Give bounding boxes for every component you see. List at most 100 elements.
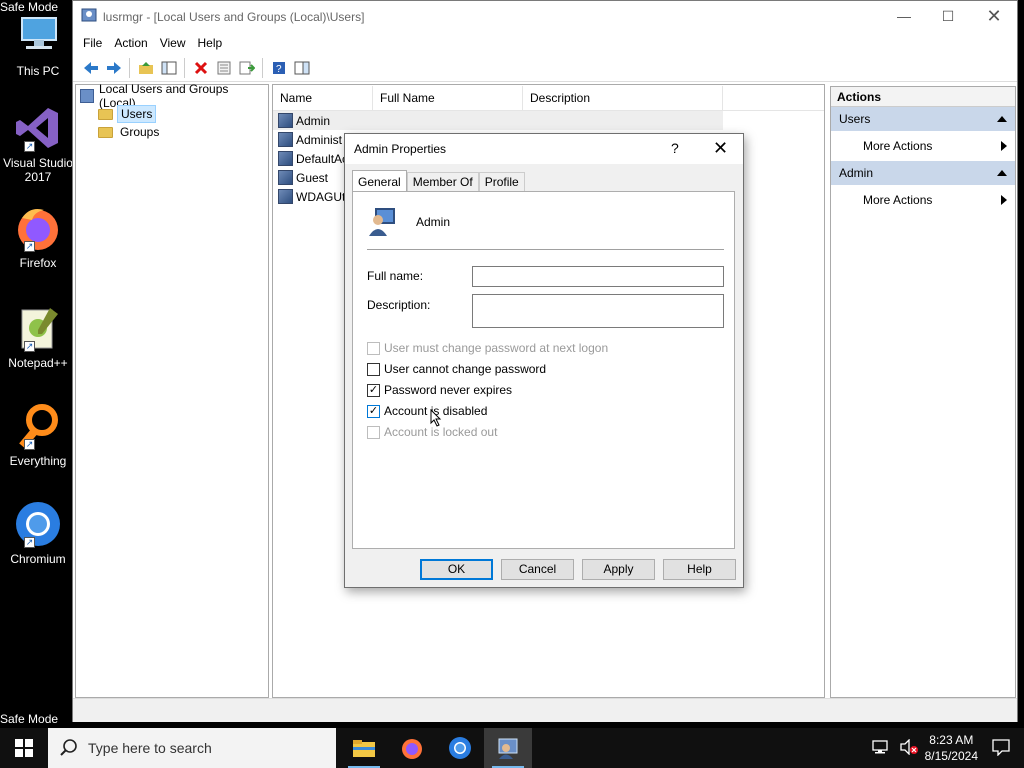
start-button[interactable] xyxy=(0,728,48,768)
column-header-full-name[interactable]: Full Name xyxy=(373,85,523,110)
toolbar: ? xyxy=(73,54,1017,82)
window-title: lusrmgr - [Local Users and Groups (Local… xyxy=(103,9,365,24)
tree-item-groups[interactable]: Groups xyxy=(76,123,268,141)
desktop-icon-label: Firefox xyxy=(19,256,57,270)
windows-logo-icon xyxy=(15,739,33,757)
menu-view[interactable]: View xyxy=(154,36,192,50)
forward-arrow-icon[interactable] xyxy=(102,57,125,79)
tab-member-of[interactable]: Member Of xyxy=(406,172,479,192)
actions-section-users[interactable]: Users xyxy=(831,107,1015,131)
back-arrow-icon[interactable] xyxy=(79,57,102,79)
user-icon xyxy=(278,189,293,204)
up-folder-icon[interactable] xyxy=(134,57,157,79)
description-field[interactable] xyxy=(472,294,724,328)
action-label: More Actions xyxy=(863,193,933,207)
taskbar-clock[interactable]: 8:23 AM 8/15/2024 xyxy=(925,732,978,764)
taskbar: Type here to search 8:23 AM 8/15/2024 xyxy=(0,728,1024,768)
shortcut-arrow-icon: ↗ xyxy=(24,241,35,252)
shortcut-arrow-icon: ↗ xyxy=(24,141,35,152)
help-icon[interactable]: ? xyxy=(267,57,290,79)
desktop-icon-label: Notepad++ xyxy=(8,356,68,370)
desktop-icon-everything[interactable]: ↗ Everything xyxy=(2,402,74,468)
desktop-icon-visual-studio[interactable]: ↗ Visual Studio 2017 xyxy=(2,104,74,184)
cannot-change-password-checkbox[interactable]: User cannot change password xyxy=(367,361,546,377)
search-icon xyxy=(60,739,77,756)
actions-header: Actions xyxy=(831,87,1015,107)
password-never-expires-checkbox[interactable]: ✓ Password never expires xyxy=(367,382,512,398)
delete-icon[interactable] xyxy=(189,57,212,79)
username-label: Admin xyxy=(416,215,451,229)
toolbar-separator xyxy=(184,57,185,78)
tree-root-local-users-and-groups[interactable]: Local Users and Groups (Local) xyxy=(76,82,268,110)
cancel-button[interactable]: Cancel xyxy=(501,559,574,580)
status-bar xyxy=(73,698,1017,722)
help-button[interactable]: Help xyxy=(663,559,736,580)
user-name: WDAGUti xyxy=(296,189,348,204)
taskbar-search-box[interactable]: Type here to search xyxy=(48,728,336,768)
more-actions-admin[interactable]: More Actions xyxy=(831,185,1015,215)
maximize-button[interactable]: ☐ xyxy=(925,1,971,31)
desktop-icon-chromium[interactable]: ↗ Chromium xyxy=(2,500,74,566)
tree-item-label: Users xyxy=(117,105,157,123)
show-hide-action-pane-icon[interactable] xyxy=(290,57,313,79)
full-name-field[interactable] xyxy=(472,266,724,287)
ok-button[interactable]: OK xyxy=(420,559,493,580)
column-header-description[interactable]: Description xyxy=(523,85,723,110)
menu-file[interactable]: File xyxy=(77,36,108,50)
tab-profile[interactable]: Profile xyxy=(478,172,525,192)
desktop-icon-notepad-plus-plus[interactable]: ↗ Notepad++ xyxy=(2,304,74,370)
taskbar-firefox[interactable] xyxy=(388,728,436,768)
system-tray: 8:23 AM 8/15/2024 xyxy=(871,728,1024,768)
checkbox-box xyxy=(367,425,380,439)
desktop-icon-this-pc[interactable]: This PC xyxy=(2,12,74,78)
app-icon xyxy=(81,7,97,26)
column-header-name[interactable]: Name xyxy=(273,85,373,110)
mouse-cursor-icon xyxy=(430,408,442,430)
account-disabled-checkbox[interactable]: ✓ Account is disabled xyxy=(367,403,487,419)
dialog-titlebar[interactable]: Admin Properties xyxy=(345,134,743,164)
taskbar-file-explorer[interactable] xyxy=(340,728,388,768)
window-titlebar[interactable]: lusrmgr - [Local Users and Groups (Local… xyxy=(73,1,1017,32)
tab-general[interactable]: General xyxy=(352,170,407,192)
user-avatar-icon xyxy=(367,206,397,236)
more-actions-users[interactable]: More Actions xyxy=(831,131,1015,161)
user-icon xyxy=(278,132,293,147)
section-title: Users xyxy=(839,112,871,126)
everything-search-icon: ↗ xyxy=(14,402,62,450)
shortcut-arrow-icon: ↗ xyxy=(24,537,35,548)
export-list-icon[interactable] xyxy=(235,57,258,79)
dialog-title: Admin Properties xyxy=(354,142,447,156)
desktop-icon-firefox[interactable]: ↗ Firefox xyxy=(2,204,74,270)
checkmark-icon: ✓ xyxy=(367,404,380,418)
network-icon[interactable] xyxy=(871,739,889,758)
user-name: Administ xyxy=(296,132,343,147)
shortcut-arrow-icon: ↗ xyxy=(24,439,35,450)
checkbox-label: User cannot change password xyxy=(384,362,547,376)
taskbar-chromium[interactable] xyxy=(436,728,484,768)
dialog-close-button[interactable]: ✕ xyxy=(713,138,728,159)
show-hide-console-tree-icon[interactable] xyxy=(157,57,180,79)
actions-section-admin[interactable]: Admin xyxy=(831,161,1015,185)
list-header: Name Full Name Description xyxy=(273,85,824,111)
section-title: Admin xyxy=(839,166,874,180)
user-icon xyxy=(278,170,293,185)
action-label: More Actions xyxy=(863,139,933,153)
context-help-button[interactable]: ? xyxy=(671,140,679,156)
properties-icon[interactable] xyxy=(212,57,235,79)
apply-button[interactable]: Apply xyxy=(582,559,655,580)
table-row[interactable]: Admin xyxy=(273,111,723,130)
checkbox-label: Password never expires xyxy=(384,383,513,397)
checkbox-box xyxy=(367,362,380,376)
menu-help[interactable]: Help xyxy=(192,36,229,50)
close-button[interactable]: ✕ xyxy=(971,1,1017,31)
desktop-icon-label: Visual Studio 2017 xyxy=(3,156,73,184)
collapse-icon xyxy=(997,116,1007,122)
taskbar-lusrmgr[interactable] xyxy=(484,728,532,768)
menu-action[interactable]: Action xyxy=(108,36,153,50)
submenu-arrow-icon xyxy=(1001,141,1007,151)
toolbar-separator xyxy=(262,57,263,78)
volume-muted-icon[interactable] xyxy=(899,737,919,758)
must-change-password-checkbox[interactable]: User must change password at next logon xyxy=(367,340,608,356)
notification-center-icon[interactable] xyxy=(992,738,1010,759)
minimize-button[interactable]: — xyxy=(881,1,927,31)
